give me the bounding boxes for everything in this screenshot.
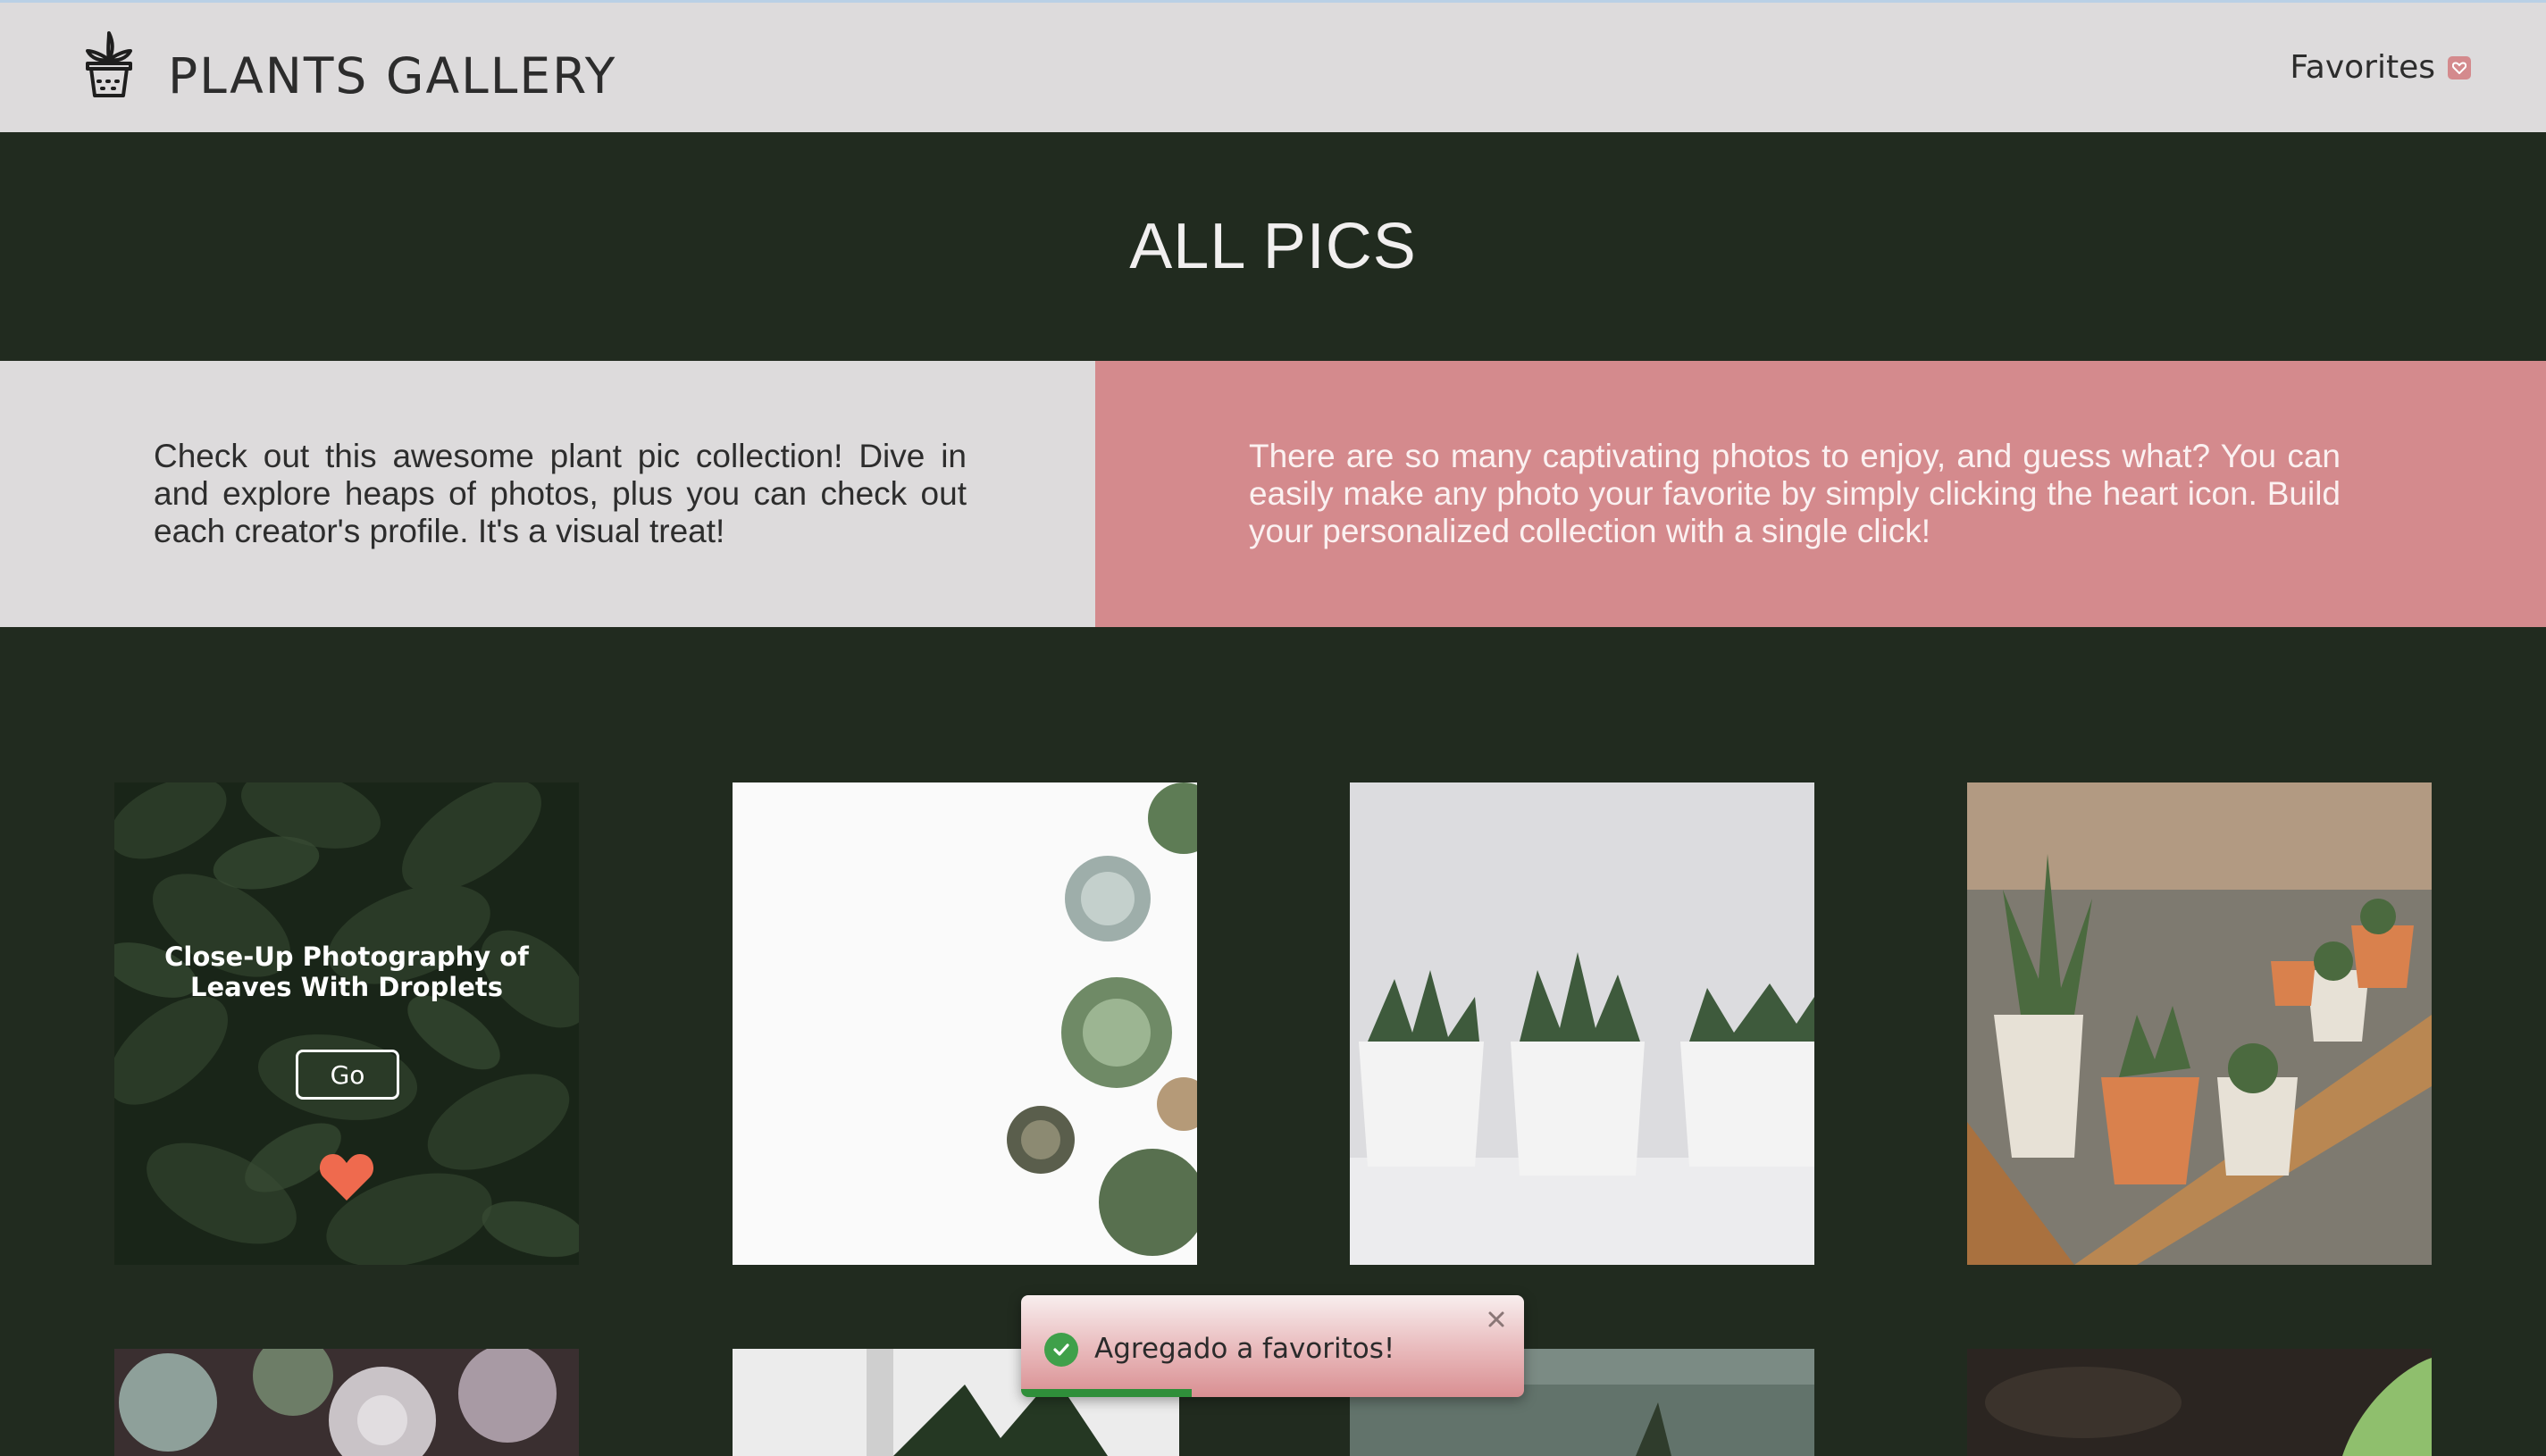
- plant-photo-pots-on-shelf: [1967, 782, 2432, 1265]
- gallery-card[interactable]: [733, 782, 1197, 1265]
- toast-progress-bar: [1021, 1389, 1193, 1397]
- intro-text: Check out this awesome plant pic collect…: [154, 438, 967, 549]
- site-brand-title: PLANTS GALLERY: [168, 47, 617, 105]
- plant-photo-succulents-white: [733, 782, 1197, 1265]
- toast-notification: Agregado a favoritos!: [1021, 1295, 1524, 1397]
- intro-panel-right: There are so many captivating photos to …: [1095, 361, 2546, 627]
- gallery-card[interactable]: Close-Up Photography of Leaves With Drop…: [114, 782, 579, 1265]
- close-icon[interactable]: [1483, 1306, 1510, 1333]
- top-navigation-bar: PLANTS GALLERY Favorites: [0, 0, 2546, 132]
- heart-icon: [2448, 55, 2471, 79]
- gallery-card[interactable]: [1350, 782, 1814, 1265]
- intro-panel-left: Check out this awesome plant pic collect…: [0, 361, 1095, 627]
- favorites-explainer-text: There are so many captivating photos to …: [1249, 438, 2341, 549]
- gallery-card[interactable]: [114, 1349, 579, 1456]
- favorites-link-label: Favorites: [2290, 49, 2435, 86]
- check-circle-icon: [1044, 1333, 1078, 1367]
- plant-photo-three-pots: [1350, 782, 1814, 1265]
- gallery-card[interactable]: [1967, 782, 2432, 1265]
- heart-icon[interactable]: [318, 1151, 375, 1202]
- hero-section: ALL PICS: [0, 132, 2546, 361]
- potted-plant-icon: [86, 31, 132, 97]
- favorites-link[interactable]: Favorites: [2290, 49, 2471, 86]
- card-title: Close-Up Photography of Leaves With Drop…: [164, 941, 529, 1002]
- go-button[interactable]: Go: [296, 1050, 399, 1100]
- gallery-card[interactable]: [1967, 1349, 2432, 1456]
- plant-photo-dark-leaf: [1967, 1349, 2432, 1456]
- toast-message: Agregado a favoritos!: [1094, 1333, 1395, 1365]
- page-title: ALL PICS: [1129, 211, 1417, 282]
- plant-photo-echeveria: [114, 1349, 579, 1456]
